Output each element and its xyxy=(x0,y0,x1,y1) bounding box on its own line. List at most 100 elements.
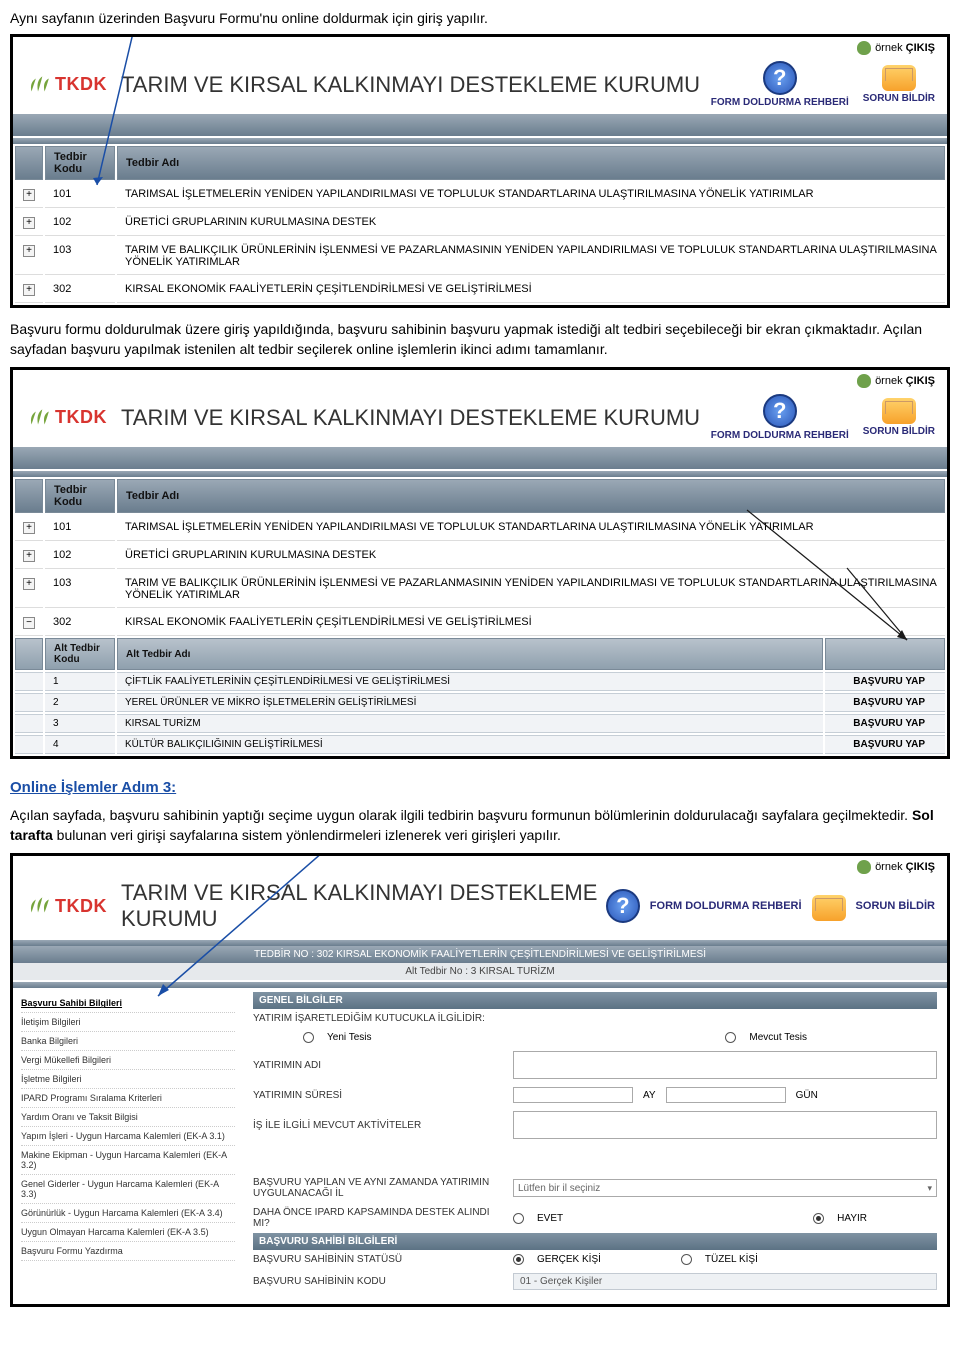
step3-body: Açılan sayfada, başvuru sahibinin yaptığ… xyxy=(10,806,950,845)
radio-tuzel[interactable] xyxy=(681,1254,692,1265)
alt-tedbir-bar: Alt Tedbir No : 3 KIRSAL TURİZM xyxy=(13,963,947,980)
help-icon-block[interactable]: ? FORM DOLDURMA REHBERİ xyxy=(711,61,849,108)
tedbir-code: 302 xyxy=(45,277,115,303)
lbl-yatirim-suresi: YATIRIMIN SÜRESİ xyxy=(253,1090,503,1101)
radio-evet[interactable] xyxy=(513,1213,524,1224)
sidebar-item-yazdirma[interactable]: Başvuru Formu Yazdırma xyxy=(21,1242,235,1261)
page-title: TARIM VE KIRSAL KALKINMAYI DESTEKLEME KU… xyxy=(121,405,711,431)
expand-icon[interactable]: + xyxy=(23,245,35,257)
opt-hayir-label: HAYIR xyxy=(837,1213,867,1224)
opt-gercek-label: GERÇEK KİŞİ xyxy=(537,1254,601,1265)
basvuru-yap-link[interactable]: BAŞVURU YAP xyxy=(825,672,945,691)
tedbir-code: 103 xyxy=(45,238,115,275)
help-icon-block[interactable]: ? FORM DOLDURMA REHBERİ xyxy=(711,394,849,441)
th-alt-kodu: Alt Tedbir Kodu xyxy=(45,638,115,670)
basvuru-yap-link[interactable]: BAŞVURU YAP xyxy=(825,735,945,754)
basvuru-yap-link[interactable]: BAŞVURU YAP xyxy=(825,693,945,712)
unit-ay: AY xyxy=(643,1090,656,1101)
expand-icon[interactable]: + xyxy=(23,217,35,229)
report-label[interactable]: SORUN BİLDİR xyxy=(856,900,935,912)
screenshot-1: örnek ÇIKIŞ TKDK TARIM VE KIRSAL KALKINM… xyxy=(10,34,950,308)
radio-mevcut-tesis[interactable] xyxy=(725,1032,736,1043)
lbl-il: BAŞVURU YAPILAN VE AYNI ZAMANDA YATIRIMI… xyxy=(253,1177,503,1199)
user-icon xyxy=(857,860,871,874)
sidebar-item-ipard[interactable]: IPARD Programı Sıralama Kriterleri xyxy=(21,1089,235,1108)
expand-icon[interactable]: + xyxy=(23,522,35,534)
table-row[interactable]: + 102 ÜRETİCİ GRUPLARININ KURULMASINA DE… xyxy=(15,543,945,569)
lbl-yatirim-adi: YATIRIMIN ADI xyxy=(253,1060,503,1071)
mid-text-1: Başvuru formu doldurulmak üzere giriş ya… xyxy=(10,320,950,359)
lbl-yatirim-ilgili: YATIRIM İŞARETLEDİĞİM KUTUCUKLA İLGİLİDİ… xyxy=(253,1013,503,1024)
logo-text: TKDK xyxy=(55,74,107,95)
tedbir-name: TARIMSAL İŞLETMELERİN YENİDEN YAPILANDIR… xyxy=(117,182,945,208)
report-icon-block[interactable]: SORUN BİLDİR xyxy=(863,394,935,437)
expand-icon[interactable]: + xyxy=(23,550,35,562)
mail-icon xyxy=(812,895,846,921)
mail-icon xyxy=(882,398,916,424)
expand-icon[interactable]: + xyxy=(23,189,35,201)
lbl-ipard: DAHA ÖNCE IPARD KAPSAMINDA DESTEK ALINDI… xyxy=(253,1207,503,1229)
expand-icon[interactable]: + xyxy=(23,284,35,296)
alt-tedbir-row: 4 KÜLTÜR BALIKÇILIĞININ GELİŞTİRİLMESİ B… xyxy=(15,735,945,754)
logo: TKDK xyxy=(25,893,107,919)
collapse-icon[interactable]: − xyxy=(23,617,35,629)
lbl-status: BAŞVURU SAHİBİNİN STATÜSÜ xyxy=(253,1254,503,1265)
sidebar-item-genel[interactable]: Genel Giderler - Uygun Harcama Kalemleri… xyxy=(21,1175,235,1204)
help-icon-block[interactable]: ? xyxy=(606,889,640,923)
help-icon: ? xyxy=(606,889,640,923)
step3-title: Online İşlemler Adım 3: xyxy=(10,779,950,796)
radio-hayir[interactable] xyxy=(813,1213,824,1224)
alt-tedbir-row: 2 YEREL ÜRÜNLER VE MİKRO İŞLETMELERİN GE… xyxy=(15,693,945,712)
opt-yeni-label: Yeni Tesis xyxy=(327,1032,371,1043)
sidebar-item-isletme[interactable]: İşletme Bilgileri xyxy=(21,1070,235,1089)
table-row[interactable]: + 103 TARIM VE BALIKÇILIK ÜRÜNLERİNİN İŞ… xyxy=(15,571,945,608)
alt-tedbir-row: 3 KIRSAL TURİZM BAŞVURU YAP xyxy=(15,714,945,733)
sidebar-item-banka[interactable]: Banka Bilgileri xyxy=(21,1032,235,1051)
logout-link[interactable]: ÇIKIŞ xyxy=(906,375,935,387)
radio-gercek[interactable] xyxy=(513,1254,524,1265)
radio-yeni-tesis[interactable] xyxy=(303,1032,314,1043)
help-label: FORM DOLDURMA REHBERİ xyxy=(711,430,849,441)
table-row[interactable]: + 302 KIRSAL EKONOMİK FAALİYETLERİN ÇEŞİ… xyxy=(15,277,945,303)
tedbir-name: ÜRETİCİ GRUPLARININ KURULMASINA DESTEK xyxy=(117,210,945,236)
report-label: SORUN BİLDİR xyxy=(863,93,935,104)
input-yatirim-adi[interactable] xyxy=(513,1051,937,1079)
report-icon-block[interactable]: SORUN BİLDİR xyxy=(863,61,935,104)
lbl-mevcut-akt: İŞ İLE İLGİLİ MEVCUT AKTİVİTELER xyxy=(253,1120,503,1131)
left-menu: Başvuru Sahibi Bilgileri İletişim Bilgil… xyxy=(13,988,243,1304)
logout-link[interactable]: ÇIKIŞ xyxy=(906,42,935,54)
expand-icon[interactable]: + xyxy=(23,578,35,590)
input-mevcut-akt[interactable] xyxy=(513,1111,937,1139)
sidebar-item-uygun-olmayan[interactable]: Uygun Olmayan Harcama Kalemleri (EK-A 3.… xyxy=(21,1223,235,1242)
tedbir-table-2: Tedbir Kodu Tedbir Adı + 101 TARIMSAL İŞ… xyxy=(13,477,947,756)
help-label[interactable]: FORM DOLDURMA REHBERİ xyxy=(650,900,802,912)
sidebar-item-yardim[interactable]: Yardım Oranı ve Taksit Bilgisi xyxy=(21,1108,235,1127)
table-row[interactable]: − 302 KIRSAL EKONOMİK FAALİYETLERİN ÇEŞİ… xyxy=(15,610,945,636)
tedbir-title-bar: TEDBİR NO : 302 KIRSAL EKONOMİK FAALİYET… xyxy=(13,946,947,963)
th-tedbir-kodu: Tedbir Kodu xyxy=(45,146,115,180)
input-ay[interactable] xyxy=(513,1087,633,1103)
basvuru-yap-link[interactable]: BAŞVURU YAP xyxy=(825,714,945,733)
page-title: TARIM VE KIRSAL KALKINMAYI DESTEKLEME KU… xyxy=(121,72,711,98)
logout-link[interactable]: ÇIKIŞ xyxy=(906,861,935,873)
help-icon: ? xyxy=(763,61,797,95)
section-sahip: BAŞVURU SAHİBİ BİLGİLERİ xyxy=(253,1233,937,1250)
th-tedbir-adi: Tedbir Adı xyxy=(117,146,945,180)
table-row[interactable]: + 103 TARIM VE BALIKÇILIK ÜRÜNLERİNİN İŞ… xyxy=(15,238,945,275)
sidebar-item-basvuru-sahibi[interactable]: Başvuru Sahibi Bilgileri xyxy=(21,994,235,1013)
logo: TKDK xyxy=(25,405,107,431)
select-il[interactable]: Lütfen bir il seçiniz xyxy=(513,1179,937,1197)
table-row[interactable]: + 101 TARIMSAL İŞLETMELERİN YENİDEN YAPI… xyxy=(15,182,945,208)
input-gun[interactable] xyxy=(666,1087,786,1103)
alt-tedbir-row: 1 ÇİFTLİK FAALİYETLERİNİN ÇEŞİTLENDİRİLM… xyxy=(15,672,945,691)
sidebar-item-iletisim[interactable]: İletişim Bilgileri xyxy=(21,1013,235,1032)
table-row[interactable]: + 102 ÜRETİCİ GRUPLARININ KURULMASINA DE… xyxy=(15,210,945,236)
report-label: SORUN BİLDİR xyxy=(863,426,935,437)
user-icon xyxy=(857,41,871,55)
sidebar-item-yapim[interactable]: Yapım İşleri - Uygun Harcama Kalemleri (… xyxy=(21,1127,235,1146)
sidebar-item-gorunurluk[interactable]: Görünürlük - Uygun Harcama Kalemleri (EK… xyxy=(21,1204,235,1223)
report-icon-block[interactable] xyxy=(812,891,846,921)
sidebar-item-vergi[interactable]: Vergi Mükellefi Bilgileri xyxy=(21,1051,235,1070)
table-row[interactable]: + 101 TARIMSAL İŞLETMELERİN YENİDEN YAPI… xyxy=(15,515,945,541)
sidebar-item-makine[interactable]: Makine Ekipman - Uygun Harcama Kalemleri… xyxy=(21,1146,235,1175)
